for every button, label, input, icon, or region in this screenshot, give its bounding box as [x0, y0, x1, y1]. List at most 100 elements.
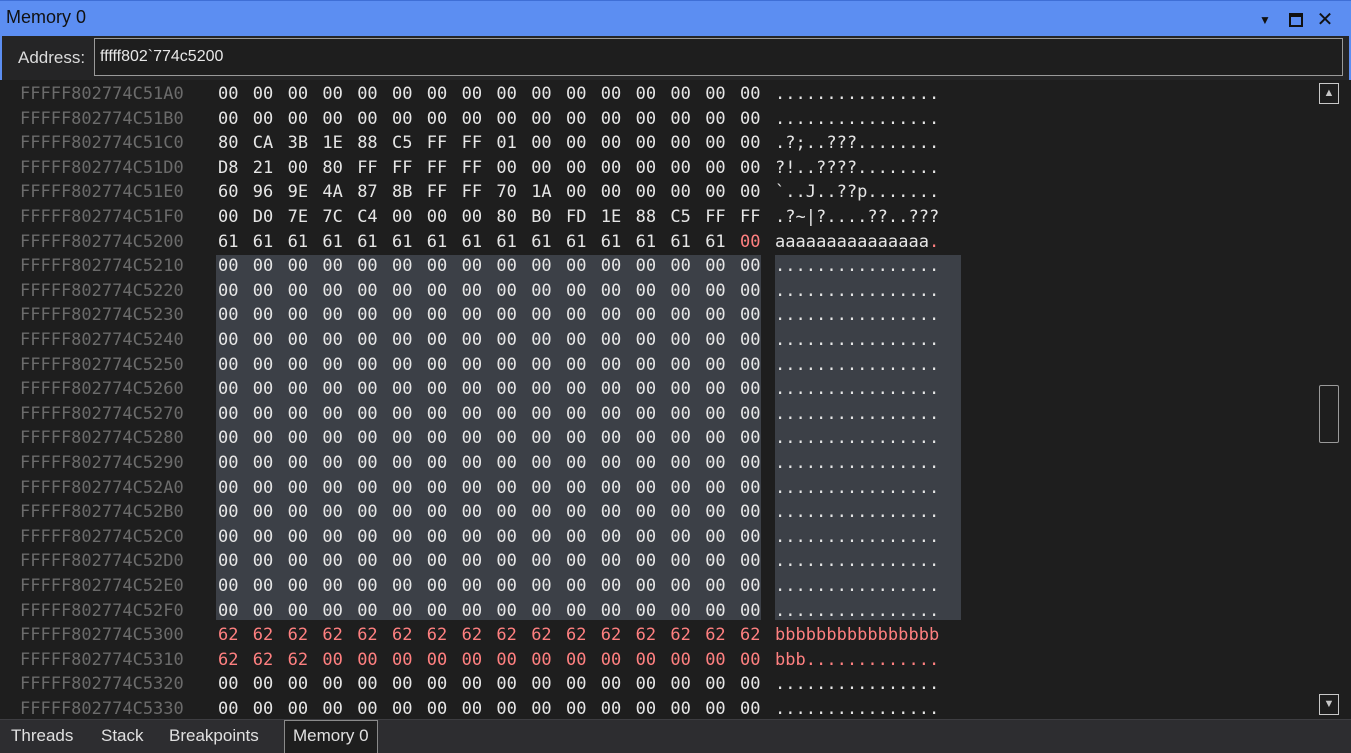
hex-byte[interactable]: 00 [357, 430, 387, 447]
hex-byte[interactable]: 00 [601, 110, 631, 127]
hex-byte[interactable]: 62 [670, 627, 700, 644]
hex-byte[interactable]: 00 [636, 578, 666, 595]
hex-byte[interactable]: 00 [357, 578, 387, 595]
hex-byte[interactable]: 00 [531, 455, 561, 472]
hex-byte[interactable]: 00 [322, 258, 352, 275]
hex-byte[interactable]: C5 [392, 135, 422, 152]
hex-byte[interactable]: 00 [392, 578, 422, 595]
hex-byte[interactable]: 00 [740, 455, 770, 472]
hex-byte[interactable]: 00 [322, 405, 352, 422]
hex-byte[interactable]: 7E [288, 209, 318, 226]
hex-byte[interactable]: 00 [705, 307, 735, 324]
hex-byte[interactable]: 00 [531, 307, 561, 324]
hex-byte[interactable]: 00 [496, 282, 526, 299]
hex-byte[interactable]: 00 [531, 86, 561, 103]
hex-byte[interactable]: 00 [566, 701, 596, 717]
hex-byte[interactable]: 00 [253, 701, 283, 717]
hex-byte[interactable]: 00 [636, 651, 666, 668]
hex-byte[interactable]: 00 [670, 307, 700, 324]
hex-byte[interactable]: 00 [740, 86, 770, 103]
hex-byte[interactable]: 80 [322, 159, 352, 176]
hex-byte[interactable]: 00 [705, 332, 735, 349]
hex-byte[interactable]: 00 [705, 381, 735, 398]
hex-byte[interactable]: 00 [496, 159, 526, 176]
hex-byte[interactable]: 00 [740, 602, 770, 619]
hex-byte[interactable]: 00 [253, 528, 283, 545]
hex-byte[interactable]: 00 [636, 553, 666, 570]
hex-byte[interactable]: 00 [322, 307, 352, 324]
hex-byte[interactable]: 00 [601, 381, 631, 398]
hex-byte[interactable]: 00 [601, 701, 631, 717]
vertical-scrollbar[interactable]: ▲ ▼ [1315, 80, 1345, 716]
hex-byte[interactable]: 00 [670, 479, 700, 496]
hex-byte[interactable]: 00 [357, 455, 387, 472]
hex-byte[interactable]: 00 [357, 504, 387, 521]
hex-byte[interactable]: 00 [322, 553, 352, 570]
hex-byte[interactable]: 00 [636, 332, 666, 349]
row-ascii[interactable]: bbbbbbbbbbbbbbbb [775, 627, 939, 644]
scroll-down-icon[interactable]: ▼ [1319, 694, 1339, 715]
hex-byte[interactable]: 00 [531, 159, 561, 176]
hex-byte[interactable]: 9E [288, 184, 318, 201]
hex-byte[interactable]: FF [427, 184, 457, 201]
hex-byte[interactable]: 00 [322, 455, 352, 472]
hex-byte[interactable]: 00 [357, 282, 387, 299]
hex-byte[interactable]: 00 [740, 651, 770, 668]
hex-byte[interactable]: 00 [427, 307, 457, 324]
hex-byte[interactable]: 00 [531, 258, 561, 275]
row-ascii[interactable]: ................ [775, 307, 939, 324]
hex-byte[interactable]: D0 [253, 209, 283, 226]
hex-byte[interactable]: 00 [636, 258, 666, 275]
hex-byte[interactable]: 00 [531, 651, 561, 668]
hex-byte[interactable]: CA [253, 135, 283, 152]
hex-byte[interactable]: 00 [357, 356, 387, 373]
hex-byte[interactable]: 00 [496, 86, 526, 103]
hex-byte[interactable]: 00 [566, 307, 596, 324]
hex-byte[interactable]: 00 [288, 381, 318, 398]
hex-byte[interactable]: 00 [288, 455, 318, 472]
hex-byte[interactable]: 00 [462, 86, 492, 103]
hex-byte[interactable]: 1E [601, 209, 631, 226]
hex-byte[interactable]: 00 [392, 282, 422, 299]
hex-byte[interactable]: 00 [218, 553, 248, 570]
hex-byte[interactable]: 00 [392, 528, 422, 545]
hex-byte[interactable]: 00 [218, 455, 248, 472]
hex-byte[interactable]: 00 [601, 578, 631, 595]
hex-byte[interactable]: 00 [253, 602, 283, 619]
hex-byte[interactable]: 62 [392, 627, 422, 644]
hex-byte[interactable]: 62 [601, 627, 631, 644]
hex-byte[interactable]: 62 [357, 627, 387, 644]
hex-byte[interactable]: 00 [670, 258, 700, 275]
hex-byte[interactable]: 00 [670, 356, 700, 373]
hex-byte[interactable]: 00 [496, 701, 526, 717]
hex-byte[interactable]: 00 [531, 602, 561, 619]
hex-byte[interactable]: 00 [218, 430, 248, 447]
hex-byte[interactable]: 00 [218, 356, 248, 373]
hex-byte[interactable]: 00 [322, 479, 352, 496]
hex-byte[interactable]: 00 [288, 701, 318, 717]
hex-byte[interactable]: 00 [218, 578, 248, 595]
row-ascii[interactable]: ................ [775, 553, 939, 570]
hex-byte[interactable]: 00 [288, 110, 318, 127]
hex-byte[interactable]: 00 [531, 135, 561, 152]
hex-byte[interactable]: 61 [601, 233, 631, 250]
hex-byte[interactable]: 00 [357, 307, 387, 324]
hex-byte[interactable]: 00 [670, 602, 700, 619]
hex-byte[interactable]: 00 [218, 282, 248, 299]
hex-byte[interactable]: 00 [670, 135, 700, 152]
hex-byte[interactable]: 00 [531, 405, 561, 422]
hex-byte[interactable]: 62 [288, 651, 318, 668]
hex-byte[interactable]: 00 [670, 504, 700, 521]
hex-byte[interactable]: 00 [531, 356, 561, 373]
hex-byte[interactable]: 00 [253, 455, 283, 472]
hex-byte[interactable]: 61 [253, 233, 283, 250]
hex-byte[interactable]: 00 [253, 405, 283, 422]
hex-byte[interactable]: 00 [531, 332, 561, 349]
hex-byte[interactable]: 00 [357, 651, 387, 668]
hex-byte[interactable]: 00 [253, 381, 283, 398]
hex-byte[interactable]: 00 [462, 356, 492, 373]
hex-byte[interactable]: 00 [218, 110, 248, 127]
hex-byte[interactable]: 00 [218, 258, 248, 275]
hex-byte[interactable]: 00 [392, 332, 422, 349]
hex-byte[interactable]: 00 [462, 553, 492, 570]
